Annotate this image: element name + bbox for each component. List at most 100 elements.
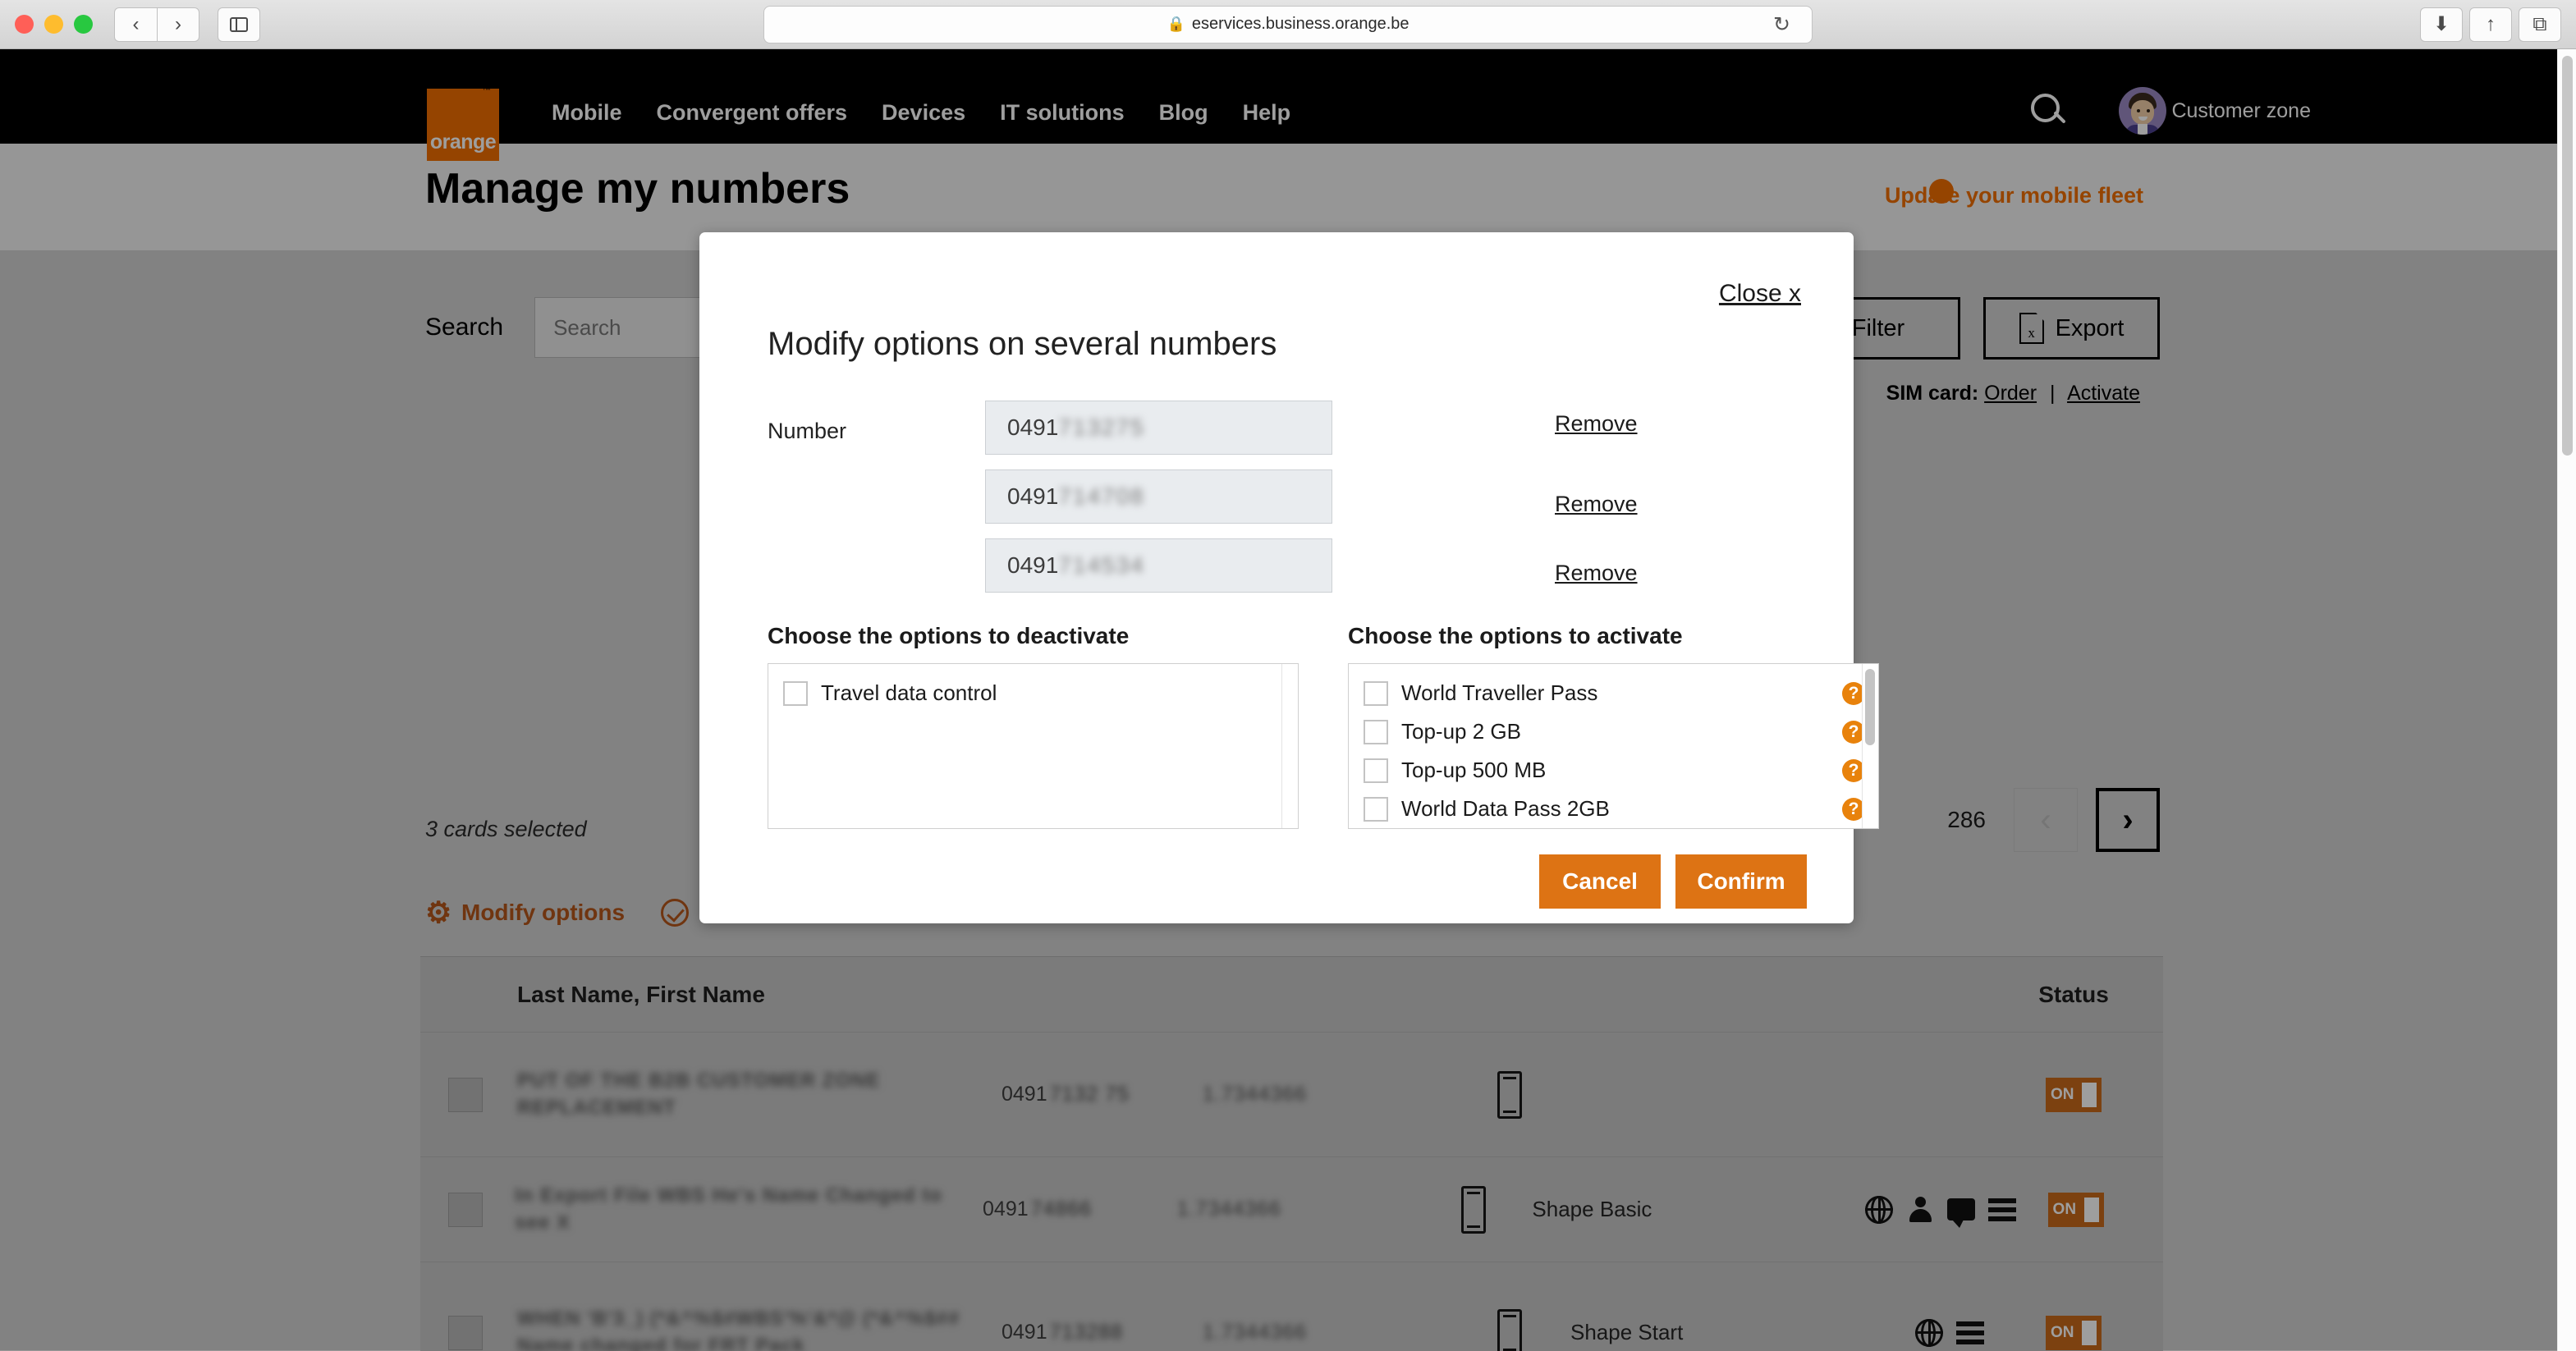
- nav-item-mobile[interactable]: Mobile: [552, 100, 622, 126]
- row-name: In Export File WBS He's Name Changed to …: [515, 1184, 942, 1234]
- trademark-glyph: ™: [482, 85, 491, 95]
- lock-icon: 🔒: [1167, 16, 1185, 32]
- activate-options-list[interactable]: World Traveller Pass ? Top-up 2 GB ? Top…: [1348, 663, 1879, 829]
- confirm-button[interactable]: Confirm: [1675, 854, 1807, 909]
- nav-item-help[interactable]: Help: [1243, 100, 1291, 126]
- option-label: World Traveller Pass: [1401, 680, 1598, 705]
- pagination: 286 ‹ ›: [1947, 788, 2160, 852]
- option-row[interactable]: World Traveller Pass ?: [1349, 674, 1878, 712]
- option-label: Travel data control: [821, 680, 997, 705]
- row-plan-code: 1.7344366: [1203, 1083, 1308, 1106]
- filter-label: Filter: [1851, 314, 1905, 341]
- remove-number-link[interactable]: Remove: [1555, 469, 1638, 524]
- remove-number-link[interactable]: Remove: [1555, 538, 1638, 593]
- sim-activate-link[interactable]: Activate: [2067, 382, 2140, 405]
- table-row[interactable]: PUT OF THE B2B CUSTOMER ZONE REPLACEMENT…: [420, 1033, 2163, 1157]
- close-dialog-link[interactable]: Close x: [1719, 280, 1801, 308]
- export-button[interactable]: x Export: [1983, 297, 2160, 360]
- page-scrollbar[interactable]: [2557, 49, 2576, 1351]
- option-label: Top-up 500 MB: [1401, 758, 1547, 782]
- phone-icon: [1497, 1070, 1522, 1119]
- row-number: 0491 713288: [1002, 1321, 1124, 1344]
- nav-item-blog[interactable]: Blog: [1159, 100, 1208, 126]
- customer-zone-link[interactable]: Customer zone: [2119, 87, 2311, 135]
- remove-number-link[interactable]: Remove: [1555, 401, 1638, 455]
- sidebar-icon[interactable]: [218, 7, 260, 42]
- pagination-next-button[interactable]: ›: [2096, 788, 2160, 852]
- row-number: 0491 7132 75: [1002, 1083, 1130, 1106]
- row-plan: Shape Basic: [1532, 1197, 1652, 1221]
- number-input[interactable]: 0491 714534: [985, 538, 1332, 593]
- minimize-window-button[interactable]: [44, 15, 63, 34]
- deactivate-options-list[interactable]: Travel data control: [768, 663, 1299, 829]
- nav-item-devices[interactable]: Devices: [882, 100, 965, 126]
- nav-item-it-solutions[interactable]: IT solutions: [1000, 100, 1125, 126]
- window-controls[interactable]: [15, 15, 93, 34]
- option-row[interactable]: Best Destination Data Pass 1GB ?: [1349, 828, 1878, 829]
- number-prefix: 0491: [1007, 414, 1059, 440]
- number-field-label: Number: [768, 419, 847, 443]
- numbers-table: Last Name, First Name Status PUT OF THE …: [420, 956, 2163, 1351]
- table-row[interactable]: In Export File WBS He's Name Changed to …: [420, 1157, 2163, 1262]
- option-checkbox[interactable]: [1364, 680, 1388, 706]
- list-icon: [1956, 1319, 1984, 1347]
- pagination-prev-button[interactable]: ‹: [2014, 788, 2078, 852]
- dialog-actions: Cancel Confirm: [1539, 854, 1807, 909]
- maximize-window-button[interactable]: [74, 15, 93, 34]
- nav-buttons: ‹ ›: [114, 7, 199, 42]
- option-row[interactable]: Top-up 500 MB ?: [1349, 751, 1878, 790]
- number-fields: 0491 713275 0491 714708 0491 714534: [985, 401, 1332, 607]
- browser-toolbar: ‹ › 🔒 eservices.business.orange.be ↻ ⬇ ↑…: [0, 0, 2576, 49]
- cancel-button[interactable]: Cancel: [1539, 854, 1661, 909]
- option-checkbox[interactable]: [1364, 758, 1388, 783]
- option-checkbox[interactable]: [783, 680, 808, 706]
- option-row[interactable]: Top-up 2 GB ?: [1349, 712, 1878, 751]
- search-label: Search: [425, 314, 504, 341]
- scrollbar-thumb[interactable]: [1865, 669, 1875, 745]
- bulk-actions-toolbar: Modify options: [425, 899, 690, 927]
- close-window-button[interactable]: [15, 15, 34, 34]
- option-checkbox[interactable]: [1364, 719, 1388, 744]
- row-checkbox[interactable]: [448, 1192, 483, 1227]
- chat-icon: [1947, 1198, 1976, 1228]
- phone-icon: [1497, 1308, 1522, 1351]
- check-circle-icon: [661, 899, 690, 927]
- row-checkbox[interactable]: [448, 1315, 483, 1350]
- row-name: PUT OF THE B2B CUSTOMER ZONE REPLACEMENT: [517, 1069, 881, 1119]
- orange-logo[interactable]: orange ™: [427, 85, 499, 161]
- option-checkbox[interactable]: [1364, 796, 1388, 822]
- row-plan-code: 1.7344366: [1176, 1198, 1281, 1220]
- activate-action-button[interactable]: [661, 899, 690, 927]
- number-input[interactable]: 0491 713275: [985, 401, 1332, 455]
- row-name: WHEN 'B'3_) (*&^%$#WBS'%'&*@ (*&^%$## Na…: [517, 1307, 960, 1351]
- search-icon[interactable]: [2028, 91, 2068, 131]
- number-input[interactable]: 0491 714708: [985, 469, 1332, 524]
- number-masked: 714708: [1058, 483, 1145, 509]
- page-scrollbar-thumb[interactable]: [2562, 56, 2573, 456]
- number-masked: 714534: [1058, 552, 1145, 578]
- table-row[interactable]: WHEN 'B'3_) (*&^%$#WBS'%'&*@ (*&^%$## Na…: [420, 1262, 2163, 1351]
- download-icon[interactable]: ⬇: [2420, 7, 2463, 42]
- main-nav: Mobile Convergent offers Devices IT solu…: [552, 100, 1290, 126]
- dialog-title: Modify options on several numbers: [768, 326, 1277, 362]
- share-icon[interactable]: ↑: [2469, 7, 2512, 42]
- nav-item-convergent-offers[interactable]: Convergent offers: [657, 100, 848, 126]
- reload-icon[interactable]: ↻: [1773, 12, 1790, 37]
- column-header-status: Status: [2038, 981, 2109, 1007]
- phone-icon: [1460, 1185, 1486, 1234]
- tabs-icon[interactable]: ⧉: [2519, 7, 2561, 42]
- row-checkbox[interactable]: [448, 1077, 483, 1112]
- modify-options-button[interactable]: Modify options: [425, 900, 625, 926]
- customer-zone-label: Customer zone: [2171, 98, 2311, 122]
- back-button[interactable]: ‹: [114, 7, 157, 42]
- address-bar[interactable]: 🔒 eservices.business.orange.be ↻: [763, 5, 1813, 44]
- remove-links: Remove Remove Remove: [1555, 401, 1638, 607]
- sim-order-link[interactable]: Order: [1984, 382, 2037, 405]
- option-row[interactable]: World Data Pass 2GB ?: [1349, 790, 1878, 828]
- update-fleet-link[interactable]: Update your mobile fleet: [1885, 183, 2143, 208]
- deactivate-list-scrollbar[interactable]: [1281, 664, 1298, 828]
- forward-button[interactable]: ›: [157, 7, 199, 42]
- activate-list-scrollbar[interactable]: [1862, 664, 1878, 828]
- selection-count: 3 cards selected: [425, 817, 587, 841]
- option-row[interactable]: Travel data control: [768, 674, 1298, 712]
